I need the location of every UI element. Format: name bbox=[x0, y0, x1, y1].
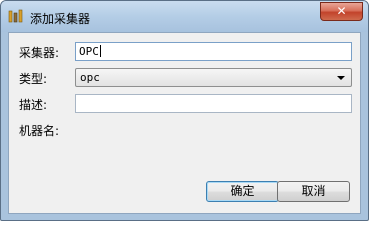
window-title: 添加采集器 bbox=[30, 12, 91, 26]
text-caret bbox=[99, 45, 101, 57]
machine-name-label: 机器名: bbox=[19, 124, 60, 138]
description-input[interactable] bbox=[75, 94, 352, 113]
app-icon bbox=[8, 9, 23, 23]
title-bar[interactable]: 添加采集器 ✕ bbox=[1, 1, 368, 32]
close-button[interactable]: ✕ bbox=[320, 2, 363, 21]
cancel-button[interactable]: 取消 bbox=[277, 181, 350, 202]
type-select[interactable]: opc bbox=[75, 68, 352, 87]
dialog-window: 添加采集器 ✕ 采集器: OPC 类型: opc 描述: 机器名: 确定 取消 bbox=[0, 0, 369, 221]
type-label: 类型: bbox=[19, 72, 48, 86]
type-select-value: opc bbox=[80, 71, 100, 84]
dialog-body: 采集器: OPC 类型: opc 描述: 机器名: 确定 取消 bbox=[8, 32, 361, 214]
ok-button[interactable]: 确定 bbox=[206, 181, 279, 202]
chevron-down-icon[interactable] bbox=[337, 76, 345, 80]
description-label: 描述: bbox=[19, 98, 48, 112]
collector-label: 采集器: bbox=[19, 46, 60, 60]
collector-input-value: OPC bbox=[79, 45, 99, 58]
collector-input[interactable]: OPC bbox=[75, 42, 352, 61]
